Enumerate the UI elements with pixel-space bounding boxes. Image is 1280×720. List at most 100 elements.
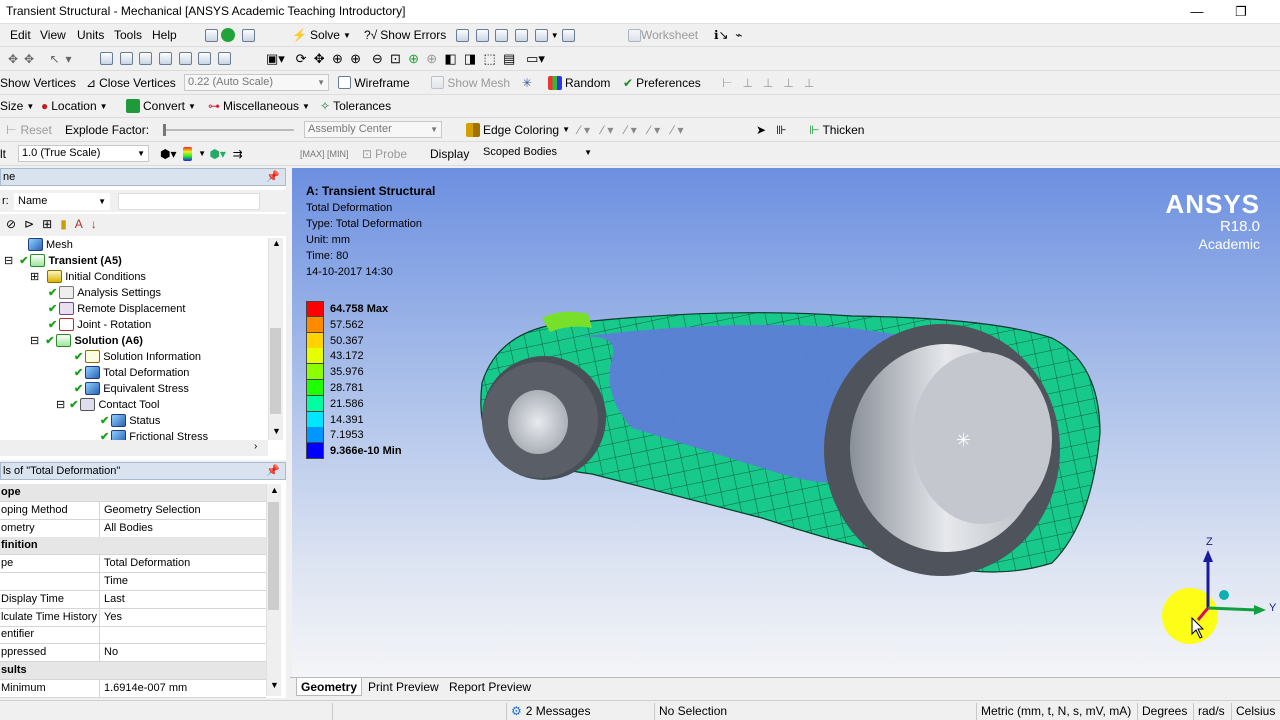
edge-select-icon[interactable] (119, 52, 133, 65)
sort-icon[interactable]: A↓ (75, 217, 105, 231)
annotation-icons[interactable]: ⊢⊥⊥⊥⊥ (722, 71, 824, 94)
location-menu[interactable]: ● Location ▼ (41, 95, 108, 117)
preferences-button[interactable]: ✔ Preferences (623, 71, 701, 94)
details-row[interactable]: entifier (0, 626, 266, 645)
scale-combo[interactable]: 0.22 (Auto Scale) ▼ (184, 74, 329, 91)
vertex-select-icon[interactable] (100, 52, 113, 65)
vector-icon[interactable]: ⇉ (233, 147, 243, 161)
convert-menu[interactable]: Convert ▼ (126, 95, 196, 117)
tag-icon[interactable]: ⌁ (735, 28, 742, 42)
true-scale-combo[interactable]: 1.0 (True Scale) ▼ (18, 145, 149, 162)
left-pulley[interactable] (482, 356, 606, 480)
axis-triad[interactable] (1162, 550, 1266, 644)
body-select-icon[interactable] (159, 52, 173, 65)
edge-coloring-menu[interactable]: Edge Coloring ▼ (466, 118, 570, 141)
thicken-button[interactable]: ⊩ Thicken (809, 118, 864, 141)
details-row[interactable]: lculate Time History Yes (0, 608, 266, 627)
zoom-select-icon[interactable]: ⊡ (390, 51, 401, 67)
minimize-button[interactable]: — (1182, 2, 1212, 22)
solve-button[interactable]: ⚡ Solve ▼ (292, 24, 351, 46)
reset-button[interactable]: ⊢ Reset (6, 118, 52, 141)
axis-icon-button[interactable]: ✳ (522, 71, 532, 94)
pin-icon[interactable]: 📌 (266, 169, 280, 185)
details-group-header[interactable]: sults (0, 662, 266, 680)
model-icon[interactable]: ▣▾ (266, 51, 285, 67)
tree-node-equivalent-stress[interactable]: ✔ Equivalent Stress (74, 382, 189, 395)
zoom-out-icon[interactable]: ⊕ (426, 51, 437, 67)
scroll-down-icon[interactable]: ▼ (270, 680, 279, 690)
expand-icon[interactable]: ⊳ (24, 217, 42, 231)
details-row[interactable]: ometry All Bodies (0, 519, 266, 538)
tree-node-contact-tool[interactable]: ⊟ ✔ Contact Tool (56, 398, 159, 411)
next-view-icon[interactable]: ◨ (464, 51, 476, 67)
tree-node-joint-rotation[interactable]: ✔ Joint - Rotation (48, 318, 151, 331)
check-icon[interactable] (221, 28, 236, 42)
box-zoom-icon[interactable]: ⊕ (350, 51, 361, 67)
scoped-bodies-combo[interactable]: Scoped Bodies ▼ (480, 145, 595, 162)
zoom-fit-icon[interactable]: ⊖ (372, 51, 383, 67)
graph-icon[interactable] (456, 28, 469, 42)
details-value[interactable]: No (104, 644, 118, 661)
collapse-toggle-icon[interactable]: ⊟ (30, 334, 39, 347)
tree-node-remote-displacement[interactable]: ✔ Remote Displacement (48, 302, 185, 315)
pan-icon[interactable]: ✥ (314, 51, 325, 67)
wireframe-button[interactable]: Wireframe (338, 71, 410, 94)
report-icon[interactable] (495, 28, 509, 42)
tree-node-analysis-settings[interactable]: ✔ Analysis Settings (48, 286, 161, 299)
scroll-right-icon[interactable]: › (254, 441, 257, 452)
expand-toggle-icon[interactable]: ⊞ (30, 270, 39, 283)
probe-button[interactable]: ⊡ Probe (362, 142, 407, 165)
assembly-center-combo[interactable]: Assembly Center ▼ (304, 121, 442, 138)
details-value[interactable]: Last (104, 591, 125, 608)
details-value[interactable]: 1.6914e-007 mm (104, 680, 187, 697)
menu-view[interactable]: View (40, 24, 66, 46)
zoom-icon[interactable]: ⊕ (332, 51, 343, 67)
details-row[interactable]: pe Total Deformation (0, 555, 266, 574)
menu-tools[interactable]: Tools (114, 24, 142, 46)
chevron-down-icon[interactable]: ▼ (343, 31, 351, 40)
expand-all-icon[interactable]: ⊞ (42, 217, 60, 231)
details-value[interactable]: Time (104, 573, 128, 590)
details-row[interactable]: Minimum 1.6914e-007 mm (0, 679, 266, 698)
face-select-icon[interactable] (139, 52, 153, 65)
print-icon[interactable]: ▤ (503, 51, 515, 67)
edge-direction-icon[interactable]: ➤ (756, 123, 766, 137)
worksheet-button[interactable]: Worksheet (628, 24, 698, 46)
menu-edit[interactable]: Edit (10, 24, 31, 46)
edge-style-icons[interactable]: ⁄▾ ⁄▾ ⁄▾ ⁄▾ ⁄▾ (578, 118, 687, 141)
maximize-button[interactable]: ❐ (1226, 2, 1256, 22)
chevron-down-icon[interactable]: ▼ (198, 149, 206, 158)
details-row[interactable]: Display Time Last (0, 590, 266, 609)
menu-help[interactable]: Help (152, 24, 177, 46)
previous-view-icon[interactable]: ◧ (444, 51, 456, 67)
slider-handle[interactable] (163, 124, 166, 136)
select-mode-icons[interactable]: ✥✥ ↖▾ (8, 47, 78, 70)
right-pulley[interactable]: ✳ (824, 324, 1060, 576)
angle-unit[interactable]: Degrees (1137, 703, 1193, 720)
node-select-icon[interactable] (178, 52, 192, 65)
details-row[interactable]: oping Method Geometry Selection (0, 501, 266, 520)
max-min-icons[interactable]: [MAX] [MIN] (300, 142, 349, 165)
details-group-header[interactable]: ope (0, 484, 266, 502)
details-value[interactable]: Total Deformation (104, 555, 190, 572)
scroll-up-icon[interactable]: ▲ (272, 238, 281, 248)
viewport-layout-icon[interactable]: ▭▾ (526, 51, 545, 67)
info-icon[interactable]: ℹ↘ (714, 28, 729, 42)
show-vertices-button[interactable]: Show Vertices (0, 71, 76, 94)
magnifier-icon[interactable]: ⊕ (408, 51, 419, 67)
table-icon[interactable] (475, 28, 489, 42)
details-row[interactable]: ppressed No (0, 644, 266, 663)
miscellaneous-menu[interactable]: ⊶ Miscellaneous ▼ (208, 95, 310, 117)
details-value[interactable]: Yes (104, 609, 122, 626)
tree-node-solution-information[interactable]: ✔ Solution Information (74, 350, 201, 363)
details-row[interactable]: Time (0, 573, 266, 591)
image-icon[interactable] (534, 28, 548, 42)
tab-geometry[interactable]: Geometry (296, 678, 363, 696)
comment-icon[interactable] (561, 28, 575, 42)
show-errors-button[interactable]: ?√ Show Errors (364, 24, 446, 46)
folder-icon[interactable]: ▮ (60, 217, 75, 231)
thin-edges-icon[interactable]: ⊪ (776, 123, 786, 137)
collapse-icon[interactable]: ⊘ (6, 217, 24, 231)
scroll-thumb[interactable] (270, 328, 281, 414)
new-analysis-icon[interactable] (205, 28, 218, 42)
